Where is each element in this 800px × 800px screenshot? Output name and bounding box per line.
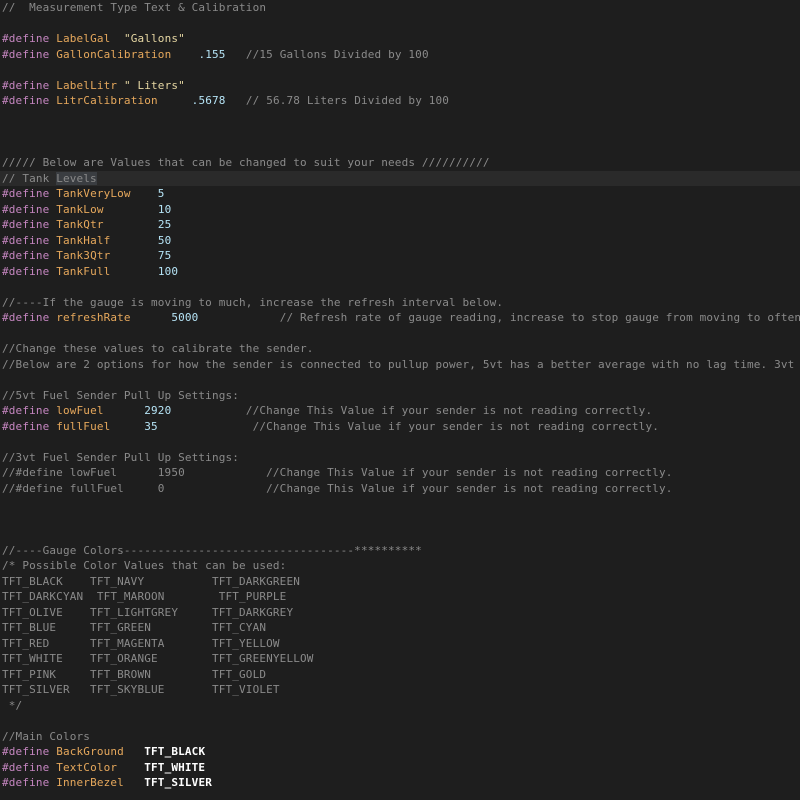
code-line[interactable]: #define GallonCalibration .155 //15 Gall… — [0, 47, 800, 63]
code-line[interactable]: // Measurement Type Text & Calibration — [0, 0, 800, 16]
code-line[interactable]: ///// Below are Values that can be chang… — [0, 155, 800, 171]
code-line[interactable]: #define fullFuel 35 //Change This Value … — [0, 419, 800, 435]
code-editor[interactable]: // Measurement Type Text & Calibration #d… — [0, 0, 800, 800]
code-line[interactable] — [0, 434, 800, 450]
code-line[interactable]: #define TankVeryLow 5 — [0, 186, 800, 202]
code-line[interactable]: #define refreshRate 5000 // Refresh rate… — [0, 310, 800, 326]
code-line[interactable]: TFT_SILVER TFT_SKYBLUE TFT_VIOLET — [0, 682, 800, 698]
code-line[interactable]: //#define fullFuel 0 //Change This Value… — [0, 481, 800, 497]
code-line[interactable]: TFT_RED TFT_MAGENTA TFT_YELLOW — [0, 636, 800, 652]
code-line[interactable]: #define TankHalf 50 — [0, 233, 800, 249]
code-line[interactable] — [0, 16, 800, 32]
code-line[interactable] — [0, 372, 800, 388]
code-line[interactable] — [0, 527, 800, 543]
code-line[interactable]: TFT_PINK TFT_BROWN TFT_GOLD — [0, 667, 800, 683]
code-line[interactable]: TFT_WHITE TFT_ORANGE TFT_GREENYELLOW — [0, 651, 800, 667]
code-line[interactable]: #define InnerBezel TFT_SILVER — [0, 775, 800, 791]
code-line[interactable]: #define LabelLitr " Liters" — [0, 78, 800, 94]
code-line[interactable]: //5vt Fuel Sender Pull Up Settings: — [0, 388, 800, 404]
code-line[interactable]: /* Possible Color Values that can be use… — [0, 558, 800, 574]
code-line[interactable]: #define Tank3Qtr 75 — [0, 248, 800, 264]
code-line[interactable]: #define lowFuel 2920 //Change This Value… — [0, 403, 800, 419]
code-line[interactable]: #define TankFull 100 — [0, 264, 800, 280]
selected-word-highlight: Levels — [56, 171, 97, 185]
code-line[interactable] — [0, 279, 800, 295]
code-line[interactable] — [0, 512, 800, 528]
code-line[interactable]: */ — [0, 698, 800, 714]
code-line[interactable]: #define TankLow 10 — [0, 202, 800, 218]
code-line[interactable]: #define TextColor TFT_WHITE — [0, 760, 800, 776]
code-line[interactable]: #define LabelGal "Gallons" — [0, 31, 800, 47]
code-line[interactable]: #define LitrCalibration .5678 // 56.78 L… — [0, 93, 800, 109]
code-line[interactable]: TFT_DARKCYAN TFT_MAROON TFT_PURPLE — [0, 589, 800, 605]
code-line[interactable]: //Main Colors — [0, 729, 800, 745]
code-line[interactable]: //Below are 2 options for how the sender… — [0, 357, 800, 373]
code-line[interactable]: // Tank Levels — [0, 170, 800, 186]
code-line[interactable]: TFT_BLUE TFT_GREEN TFT_CYAN — [0, 620, 800, 636]
code-line[interactable] — [0, 124, 800, 140]
code-line[interactable] — [0, 140, 800, 156]
code-line[interactable] — [0, 109, 800, 125]
code-line[interactable]: //3vt Fuel Sender Pull Up Settings: — [0, 450, 800, 466]
code-line[interactable]: //#define lowFuel 1950 //Change This Val… — [0, 465, 800, 481]
code-line[interactable]: #define TankQtr 25 — [0, 217, 800, 233]
code-line[interactable] — [0, 62, 800, 78]
code-line[interactable]: //Change these values to calibrate the s… — [0, 341, 800, 357]
code-line[interactable]: TFT_OLIVE TFT_LIGHTGREY TFT_DARKGREY — [0, 605, 800, 621]
code-line[interactable]: #define BackGround TFT_BLACK — [0, 744, 800, 760]
code-line[interactable] — [0, 713, 800, 729]
code-line[interactable]: //----If the gauge is moving to much, in… — [0, 295, 800, 311]
code-line[interactable] — [0, 326, 800, 342]
code-line[interactable]: TFT_BLACK TFT_NAVY TFT_DARKGREEN — [0, 574, 800, 590]
code-line[interactable]: //----Gauge Colors----------------------… — [0, 543, 800, 559]
code-line[interactable] — [0, 496, 800, 512]
